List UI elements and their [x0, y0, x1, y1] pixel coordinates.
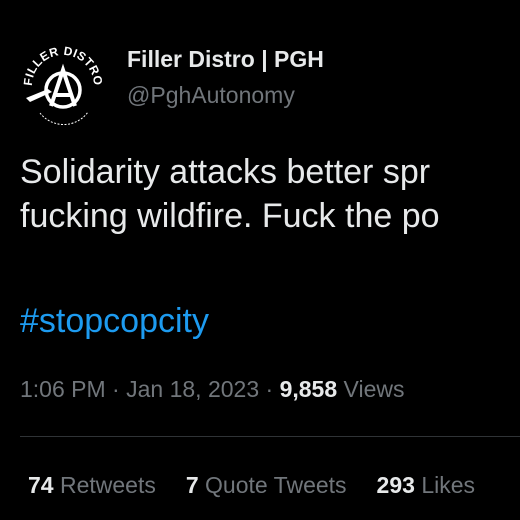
tweet-time[interactable]: 1:06 PM: [20, 376, 106, 402]
engagement-stats: 74 Retweets 7 Quote Tweets 293 Likes: [28, 472, 505, 499]
quote-tweets-label: Quote Tweets: [205, 472, 347, 498]
likes-label: Likes: [421, 472, 476, 498]
avatar[interactable]: FILLER DISTRO: [18, 40, 108, 130]
meta-separator: ·: [265, 376, 274, 402]
filler-distro-logo-icon: FILLER DISTRO: [19, 41, 107, 129]
views-count: 9,858: [279, 376, 338, 402]
tweet-text-line-1: Solidarity attacks better spr: [20, 153, 431, 191]
meta-separator: ·: [112, 376, 120, 402]
quote-tweets-stat[interactable]: 7 Quote Tweets: [186, 472, 347, 498]
author-display-name[interactable]: Filler Distro | PGH: [127, 46, 324, 73]
likes-stat[interactable]: 293 Likes: [377, 472, 475, 498]
retweets-label: Retweets: [59, 472, 156, 498]
hashtag-link[interactable]: #stopcopcity: [20, 302, 209, 341]
divider: [20, 436, 520, 437]
views-label: Views: [343, 376, 405, 402]
tweet-date[interactable]: Jan 18, 2023: [126, 376, 259, 402]
tweet-text: Solidarity attacks better spr fucking wi…: [20, 150, 520, 238]
tweet-text-line-2: fucking wildfire. Fuck the po: [20, 197, 440, 235]
tweet-meta: 1:06 PM · Jan 18, 2023 · 9,858 Views: [20, 376, 404, 403]
likes-count: 293: [376, 472, 415, 498]
retweets-stat[interactable]: 74 Retweets: [28, 472, 156, 498]
author-handle[interactable]: @PghAutonomy: [127, 82, 295, 109]
retweets-count: 74: [28, 472, 54, 498]
quote-tweets-count: 7: [185, 472, 199, 498]
